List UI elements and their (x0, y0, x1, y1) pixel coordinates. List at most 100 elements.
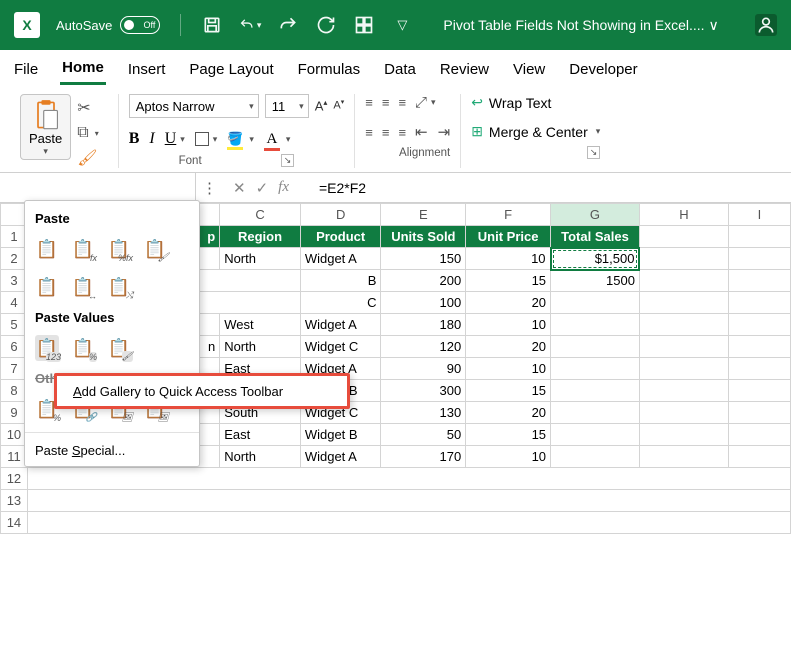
formula-input[interactable]: =E2*F2 (299, 180, 791, 196)
cell[interactable]: 200 (381, 270, 466, 292)
tab-home[interactable]: Home (60, 53, 106, 85)
cell[interactable]: 130 (381, 402, 466, 424)
cell[interactable] (551, 336, 640, 358)
cell[interactable]: Region (220, 226, 301, 248)
cell[interactable] (728, 380, 790, 402)
tab-view[interactable]: View (511, 55, 547, 84)
align-left-icon[interactable]: ≡ (365, 125, 372, 140)
fx-icon[interactable]: fx (278, 179, 289, 196)
cell[interactable] (27, 512, 790, 534)
paste-values-source-icon[interactable]: 📋🖌 (107, 335, 131, 361)
cell[interactable]: Widget A (300, 248, 381, 270)
cell[interactable]: Widget A (300, 314, 381, 336)
cell[interactable]: 15 (466, 270, 551, 292)
cell[interactable] (551, 292, 640, 314)
namebox-expand-icon[interactable]: ⋮ (196, 179, 223, 197)
tab-insert[interactable]: Insert (126, 55, 168, 84)
cell[interactable] (728, 402, 790, 424)
paste-transpose-icon[interactable]: 📋⤭ (107, 274, 131, 300)
cell[interactable]: 20 (466, 292, 551, 314)
underline-button[interactable]: U▾ (165, 130, 185, 148)
tab-data[interactable]: Data (382, 55, 418, 84)
cell[interactable] (728, 336, 790, 358)
cell[interactable] (639, 270, 728, 292)
cell[interactable]: 20 (466, 402, 551, 424)
col-header-f[interactable]: F (466, 204, 551, 226)
cell[interactable]: North (220, 248, 301, 270)
col-header-d[interactable]: D (300, 204, 381, 226)
tab-formulas[interactable]: Formulas (296, 55, 363, 84)
name-box[interactable] (0, 173, 196, 202)
paste-formulas-icon[interactable]: 📋fx (71, 236, 95, 262)
cell[interactable]: 100 (381, 292, 466, 314)
active-cell[interactable]: $1,500 (551, 248, 640, 270)
align-middle-icon[interactable]: ≡ (382, 95, 389, 110)
cell[interactable]: 20 (466, 336, 551, 358)
paste-all-icon[interactable]: 📋 (35, 236, 59, 262)
row-header[interactable]: 13 (1, 490, 28, 512)
merge-center-button[interactable]: ⊞ Merge & Center ▾ (471, 123, 600, 140)
cell[interactable]: 120 (381, 336, 466, 358)
paste-no-borders-icon[interactable]: 📋 (35, 274, 59, 300)
cell[interactable] (551, 424, 640, 446)
orientation-icon[interactable]: ⤢▾ (415, 94, 436, 111)
paste-values-number-icon[interactable]: 📋% (71, 335, 95, 361)
cell[interactable]: Widget C (300, 336, 381, 358)
align-bottom-icon[interactable]: ≡ (398, 95, 405, 110)
cell[interactable] (27, 490, 790, 512)
cell[interactable] (728, 270, 790, 292)
cell[interactable] (639, 402, 728, 424)
copy-icon[interactable]: ⧉ (77, 124, 88, 142)
cell[interactable]: 15 (466, 380, 551, 402)
cell[interactable]: 10 (466, 358, 551, 380)
format-painter-icon[interactable]: 🖌 (77, 148, 98, 168)
cell[interactable]: Total Sales (551, 226, 640, 248)
cell[interactable]: North (220, 336, 301, 358)
cancel-formula-icon[interactable]: ✕ (233, 179, 246, 197)
cell[interactable] (551, 380, 640, 402)
undo-icon[interactable]: ▾ (239, 14, 261, 36)
cell[interactable] (728, 292, 790, 314)
col-header-c[interactable]: C (220, 204, 301, 226)
cell[interactable]: Widget A (300, 446, 381, 468)
cell[interactable]: North (220, 446, 301, 468)
cut-icon[interactable]: ✂ (77, 98, 98, 118)
cell[interactable] (551, 358, 640, 380)
redo-icon[interactable] (277, 14, 299, 36)
cell[interactable] (728, 248, 790, 270)
align-center-icon[interactable]: ≡ (382, 125, 389, 140)
tab-page-layout[interactable]: Page Layout (187, 55, 275, 84)
cell[interactable] (639, 292, 728, 314)
increase-indent-icon[interactable]: ⇥ (438, 123, 451, 141)
cell[interactable] (639, 446, 728, 468)
col-header-h[interactable]: H (639, 204, 728, 226)
tab-file[interactable]: File (12, 55, 40, 84)
col-header-i[interactable]: I (728, 204, 790, 226)
cell[interactable] (551, 446, 640, 468)
align-dialog-launcher[interactable]: ↘ (587, 146, 601, 159)
cell[interactable] (27, 468, 790, 490)
cell[interactable]: 1500 (551, 270, 640, 292)
row-header[interactable]: 14 (1, 512, 28, 534)
font-dialog-launcher[interactable]: ↘ (281, 154, 295, 167)
font-size-select[interactable]: 11 (265, 94, 309, 118)
add-gallery-context-item[interactable]: Add Gallery to Quick Access Toolbar (54, 373, 350, 409)
cell[interactable]: Product (300, 226, 381, 248)
cell[interactable]: East (220, 424, 301, 446)
cell[interactable] (639, 358, 728, 380)
paste-values-icon[interactable]: 📋123 (35, 335, 59, 361)
bold-button[interactable]: B (129, 130, 140, 148)
align-top-icon[interactable]: ≡ (365, 95, 372, 110)
tab-developer[interactable]: Developer (567, 55, 639, 84)
cell[interactable] (639, 314, 728, 336)
cell[interactable] (728, 424, 790, 446)
sync-icon[interactable] (315, 14, 337, 36)
cell[interactable]: 50 (381, 424, 466, 446)
qat-overflow-icon[interactable]: ▽ (391, 14, 413, 36)
paste-keep-source-icon[interactable]: 📋🖌 (143, 236, 167, 262)
cell[interactable] (639, 380, 728, 402)
font-color-button[interactable]: A▾ (264, 131, 291, 148)
cell[interactable] (639, 248, 728, 270)
cell[interactable]: C (300, 292, 381, 314)
cell[interactable]: 300 (381, 380, 466, 402)
